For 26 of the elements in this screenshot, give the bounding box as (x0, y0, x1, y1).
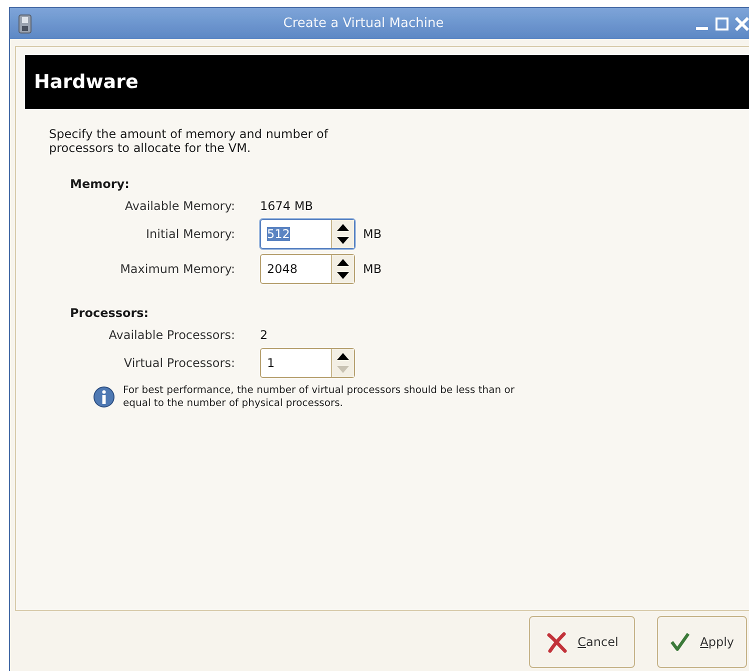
info-text: For best performance, the number of virtual processors should be less than or equal to the number of physical processors. (123, 384, 516, 410)
cancel-button[interactable]: Cancel (529, 616, 635, 668)
apply-button[interactable]: Apply (657, 616, 747, 668)
unit-label: MB (363, 227, 382, 241)
field-label: Initial Memory: (146, 227, 235, 241)
value-text: 2 (260, 328, 268, 342)
floppy-icon (18, 14, 32, 34)
field-label: Available Memory: (124, 198, 235, 212)
window-title: Create a Virtual Machine (282, 16, 445, 31)
field-label: Available Processors: (108, 328, 235, 342)
value-text: 1674 MB (260, 198, 313, 212)
spin-field[interactable]: 2048 (260, 254, 355, 284)
description-text: Specify the amount of memory and number of processors to allocate for the VM. (49, 127, 330, 155)
field-label: Maximum Memory: (120, 262, 235, 276)
unit-label: MB (363, 262, 382, 276)
cross-icon (546, 630, 568, 652)
field-label: Virtual Processors: (124, 356, 235, 370)
close-icon[interactable] (735, 16, 749, 30)
section-heading: Memory: (70, 177, 130, 191)
checkmark-icon (670, 630, 690, 652)
spin-field[interactable]: 512 (260, 219, 355, 249)
maximize-icon[interactable] (715, 16, 729, 30)
spin-field[interactable]: 1 (260, 348, 355, 378)
section-heading: Processors: (70, 306, 150, 320)
info-icon (93, 386, 115, 408)
page-title: Hardware (34, 71, 138, 93)
